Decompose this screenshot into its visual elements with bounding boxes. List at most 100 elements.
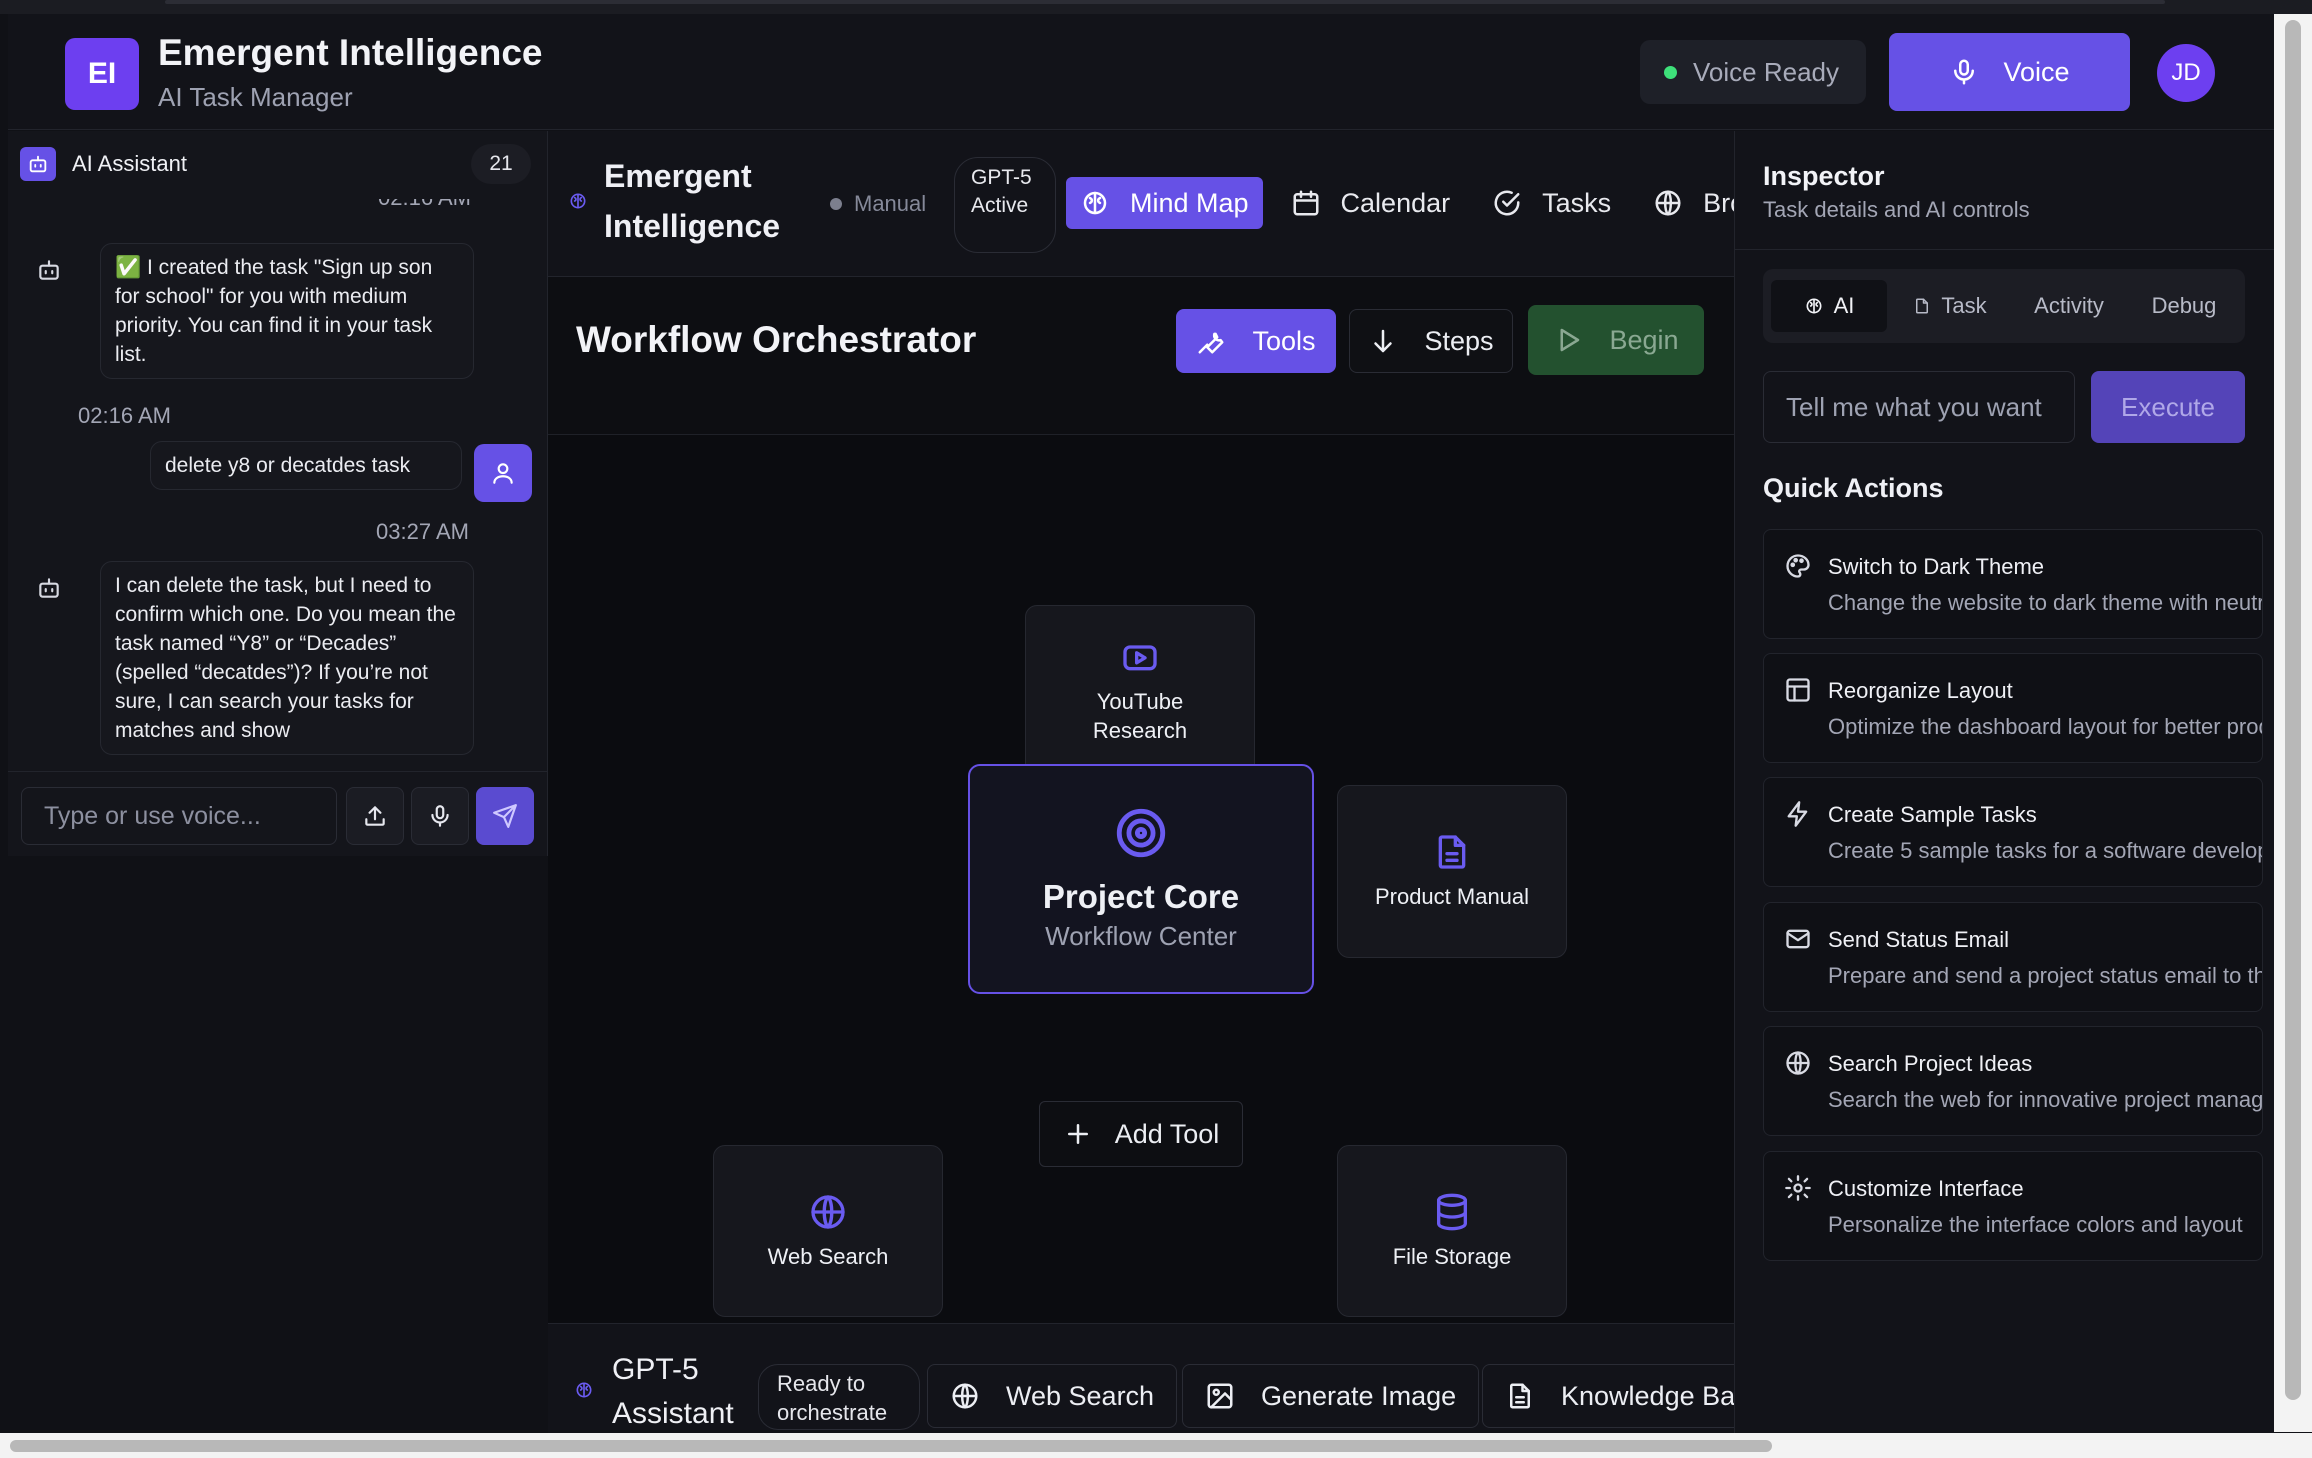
- node-web-search[interactable]: Web Search: [713, 1145, 943, 1317]
- quick-action-search-ideas[interactable]: Search Project Ideas Search the web for …: [1763, 1026, 2263, 1136]
- quick-action-title: Search Project Ideas: [1828, 1051, 2033, 1076]
- send-icon: [493, 804, 517, 828]
- upload-icon: [365, 806, 385, 826]
- add-tool-button[interactable]: Add Tool: [1039, 1101, 1243, 1167]
- tab-label: Activity: [2034, 293, 2104, 318]
- mode-indicator: Manual: [830, 191, 926, 217]
- tab-label: AI: [1833, 293, 1855, 318]
- bot-message: ✅ I created the task "Sign up son for sc…: [100, 243, 474, 379]
- inspector-title: Inspector: [1763, 161, 1885, 191]
- tab-task[interactable]: Task: [1891, 280, 2009, 332]
- node-file-storage[interactable]: File Storage: [1337, 1145, 1567, 1317]
- upload-button[interactable]: [346, 787, 404, 845]
- tab-debug[interactable]: Debug: [2129, 280, 2239, 332]
- layout-icon: [1786, 678, 1810, 702]
- chip-label: Web Search: [1006, 1380, 1155, 1411]
- quick-action-desc: Optimize the dashboard layout for better…: [1828, 714, 2262, 739]
- mind-map-canvas[interactable]: YouTube Research Project Core Workflow C…: [548, 435, 1734, 1323]
- quick-action-title: Reorganize Layout: [1828, 678, 2013, 703]
- inspector-panel: Inspector Task details and AI controls A…: [1734, 131, 2274, 1433]
- quick-action-customize-interface[interactable]: Customize Interface Personalize the inte…: [1763, 1151, 2263, 1261]
- view-tabs: Mind Map Calendar Tasks Browser: [1066, 177, 1734, 229]
- quick-action-title: Send Status Email: [1828, 927, 2009, 952]
- quick-action-reorganize-layout[interactable]: Reorganize Layout Optimize the dashboard…: [1763, 653, 2263, 763]
- message-count-badge: 21: [471, 144, 531, 184]
- document-icon: [1438, 835, 1466, 869]
- database-icon: [1437, 1193, 1467, 1230]
- add-tool-label: Add Tool: [1114, 1118, 1220, 1149]
- arrow-down-icon: [1374, 329, 1393, 353]
- web-search-chip[interactable]: Web Search: [927, 1364, 1178, 1428]
- youtube-icon: [1123, 645, 1157, 671]
- node-label: Web Search: [767, 1243, 889, 1269]
- vertical-scroll-thumb[interactable]: [2285, 20, 2301, 1400]
- globe-icon: [811, 1194, 845, 1229]
- bot-icon: [36, 575, 62, 601]
- execute-button[interactable]: Execute: [2091, 371, 2245, 443]
- quick-action-status-email[interactable]: Send Status Email Prepare and send a pro…: [1763, 902, 2263, 1012]
- tab-calendar[interactable]: Calendar: [1277, 177, 1465, 229]
- send-button[interactable]: [476, 787, 534, 845]
- begin-button[interactable]: Begin: [1528, 305, 1704, 375]
- steps-button[interactable]: Steps: [1349, 309, 1513, 373]
- tools-button[interactable]: Tools: [1176, 309, 1336, 373]
- node-youtube-research[interactable]: YouTube Research: [1025, 605, 1255, 777]
- user-message-avatar: [474, 444, 532, 502]
- begin-label: Begin: [1609, 324, 1679, 355]
- vertical-scrollbar[interactable]: [2274, 14, 2312, 1432]
- generate-image-chip[interactable]: Generate Image: [1182, 1364, 1480, 1428]
- calendar-icon: [1293, 190, 1319, 216]
- ai-command-input[interactable]: [1763, 371, 2075, 443]
- quick-action-title: Switch to Dark Theme: [1828, 554, 2045, 579]
- brain-icon: [1083, 191, 1107, 215]
- globe-icon: [952, 1383, 978, 1409]
- assistant-name: GPT-5 Assistant: [612, 1353, 734, 1430]
- chat-messages[interactable]: 02:16 AM ✅ I created the task "Sign up s…: [8, 199, 548, 759]
- quick-action-sample-tasks[interactable]: Create Sample Tasks Create 5 sample task…: [1763, 777, 2263, 887]
- gear-icon: [1785, 1175, 1811, 1201]
- app-title: Emergent Intelligence: [158, 32, 543, 73]
- tools-label: Tools: [1252, 325, 1316, 356]
- chat-header: AI Assistant 21: [8, 131, 548, 195]
- horizontal-scrollbar[interactable]: [0, 1433, 2312, 1458]
- tab-label: Task: [1941, 293, 1987, 318]
- tab-label: Debug: [2151, 293, 2217, 318]
- voice-button-label: Voice: [2003, 56, 2070, 87]
- inspector-tabs: AI Task Activity Debug: [1763, 269, 2245, 343]
- node-project-core[interactable]: Project Core Workflow Center: [968, 764, 1314, 994]
- tab-activity[interactable]: Activity: [2011, 280, 2127, 332]
- node-label: File Storage: [1392, 1243, 1512, 1269]
- tab-mind-map[interactable]: Mind Map: [1066, 177, 1263, 229]
- chat-input[interactable]: [21, 787, 337, 845]
- model-badge: GPT-5 Active: [954, 157, 1056, 253]
- user-avatar[interactable]: JD: [2157, 44, 2215, 102]
- quick-action-desc: Search the web for innovative project ma…: [1828, 1087, 2263, 1112]
- palette-icon: [1786, 554, 1810, 578]
- target-icon: [1116, 808, 1166, 858]
- tab-label: Tasks: [1542, 187, 1612, 218]
- top-scroll-thumb: [165, 0, 2165, 4]
- ai-assistant-panel: AI Assistant 21 02:16 AM ✅ I created the…: [8, 131, 548, 856]
- mic-button[interactable]: [411, 787, 469, 845]
- voice-status-label: Voice Ready: [1693, 56, 1839, 87]
- node-product-manual[interactable]: Product Manual: [1337, 785, 1567, 958]
- knowledge-base-chip[interactable]: Knowledge Base: [1482, 1364, 1734, 1428]
- tab-browser[interactable]: Browser: [1639, 177, 1734, 229]
- microphone-icon: [1954, 59, 1975, 85]
- quick-action-dark-theme[interactable]: Switch to Dark Theme Change the website …: [1763, 529, 2263, 639]
- assistant-bar: GPT-5 Assistant Ready to orchestrate Web…: [548, 1323, 1734, 1433]
- plus-icon: [1067, 1124, 1088, 1144]
- tab-ai[interactable]: AI: [1771, 280, 1887, 332]
- microphone-icon: [431, 805, 449, 827]
- voice-button[interactable]: Voice: [1889, 33, 2130, 111]
- node-label: Product Manual: [1374, 884, 1530, 909]
- tab-tasks[interactable]: Tasks: [1478, 177, 1625, 229]
- workflow-title: Workflow Orchestrator: [576, 319, 977, 360]
- quick-action-desc: Create 5 sample tasks for a software dev…: [1828, 838, 2262, 863]
- quick-action-desc: Prepare and send a project status email …: [1828, 963, 2262, 988]
- brain-icon: [1806, 298, 1822, 314]
- horizontal-scroll-thumb[interactable]: [10, 1440, 1772, 1452]
- workflow-toolbar: Workflow Orchestrator Tools Steps Begin: [548, 277, 1734, 435]
- user-icon: [493, 463, 513, 484]
- check-circle-icon: [1494, 190, 1520, 216]
